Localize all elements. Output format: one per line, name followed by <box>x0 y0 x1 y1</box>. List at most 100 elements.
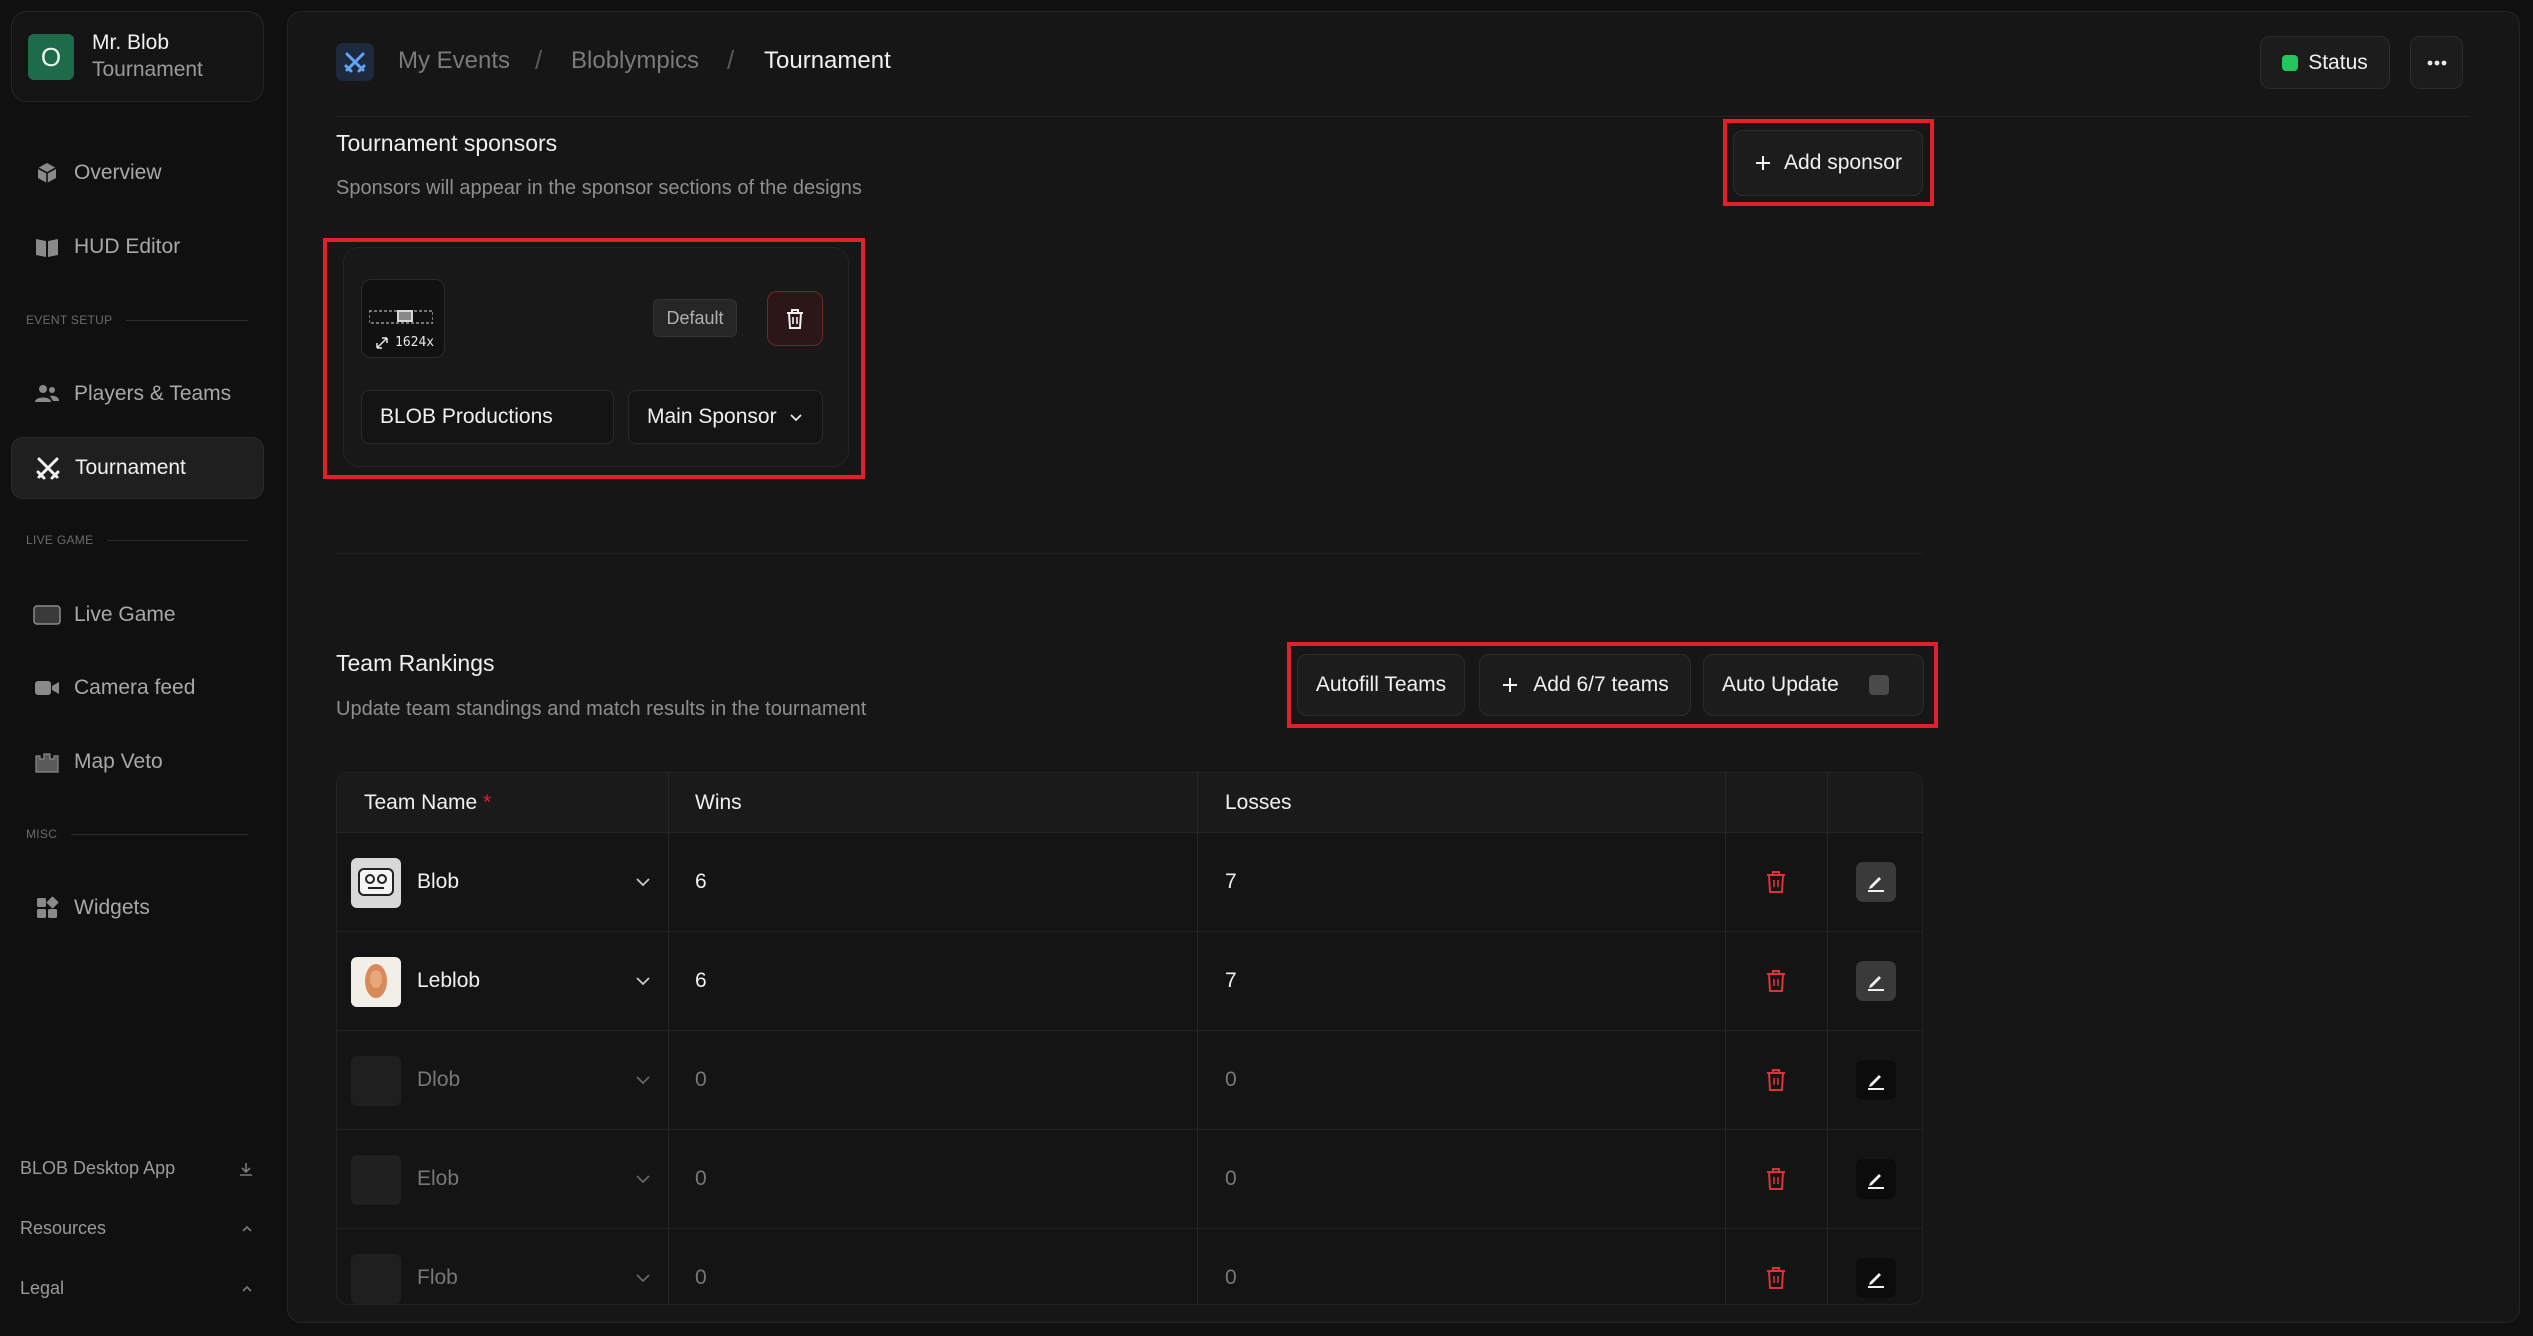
chevron-down-icon[interactable] <box>635 976 651 986</box>
auto-update-toggle[interactable]: Auto Update <box>1703 654 1924 716</box>
edit-row-button[interactable] <box>1856 1060 1896 1100</box>
divider <box>71 833 248 835</box>
sidebar-item-hud-editor[interactable]: HUD Editor <box>11 216 264 278</box>
section-label: MISC <box>26 827 58 841</box>
status-button[interactable]: Status <box>2260 36 2390 89</box>
section-live-game: LIVE GAME <box>26 533 248 547</box>
trash-icon <box>785 308 805 330</box>
edit-row-button[interactable] <box>1856 1258 1896 1298</box>
image-size-info: 1624x <box>375 335 434 350</box>
section-divider <box>336 553 1923 554</box>
section-misc: MISC <box>26 827 248 841</box>
team-logo-placeholder <box>351 1254 401 1304</box>
sponsors-title: Tournament sponsors <box>336 130 558 156</box>
autofill-teams-button[interactable]: Autofill Teams <box>1297 654 1465 716</box>
section-label: LIVE GAME <box>26 533 94 547</box>
plus-icon <box>1501 676 1519 694</box>
sponsor-logo-image <box>369 310 433 324</box>
delete-row-trash-icon[interactable] <box>1765 869 1787 895</box>
team-name: Elob <box>417 1167 460 1190</box>
chevron-down-icon[interactable] <box>635 877 651 887</box>
book-icon <box>33 235 61 259</box>
sidebar-item-camera-feed[interactable]: Camera feed <box>11 657 264 719</box>
breadcrumb-tournament: Tournament <box>764 47 891 74</box>
sidebar-item-players-teams[interactable]: Players & Teams <box>11 363 264 425</box>
add-teams-label: Add 6/7 teams <box>1533 673 1669 696</box>
add-sponsor-label: Add sponsor <box>1784 151 1902 174</box>
table-header <box>337 773 1922 833</box>
sidebar-item-widgets[interactable]: Widgets <box>11 877 264 939</box>
team-losses[interactable]: 7 <box>1225 969 1237 993</box>
divider <box>107 539 248 541</box>
delete-row-trash-icon[interactable] <box>1765 968 1787 994</box>
add-teams-button[interactable]: Add 6/7 teams <box>1479 654 1691 716</box>
cube-icon <box>33 161 61 185</box>
status-indicator-icon <box>2282 54 2299 71</box>
team-wins[interactable]: 6 <box>695 969 707 993</box>
more-options-button[interactable] <box>2410 36 2463 89</box>
add-sponsor-button[interactable]: Add sponsor <box>1733 130 1923 196</box>
delete-sponsor-button[interactable] <box>767 291 823 346</box>
sponsor-logo-upload[interactable]: 1624x <box>361 279 445 358</box>
sidebar-item-label: Widgets <box>74 896 150 919</box>
team-name: Dlob <box>417 1068 461 1091</box>
auto-update-label: Auto Update <box>1722 673 1839 696</box>
desktop-app-link[interactable]: BLOB Desktop App <box>20 1158 254 1179</box>
team-wins[interactable]: 6 <box>695 870 707 894</box>
breadcrumb-my-events[interactable]: My Events <box>398 47 510 75</box>
sidebar-item-label: Overview <box>74 161 162 184</box>
breadcrumb-bloblympics[interactable]: Bloblympics <box>571 47 699 75</box>
team-losses[interactable]: 0 <box>1225 1266 1237 1290</box>
sponsor-name-input[interactable]: BLOB Productions <box>361 390 614 444</box>
more-dots-icon <box>2427 60 2447 66</box>
team-losses[interactable]: 0 <box>1225 1167 1237 1191</box>
team-name: Flob <box>417 1266 458 1289</box>
monitor-icon <box>33 603 61 627</box>
chevron-down-icon[interactable] <box>635 1075 651 1085</box>
sidebar-item-overview[interactable]: Overview <box>11 142 264 204</box>
team-logo-placeholder <box>351 1056 401 1106</box>
header-divider <box>336 116 2468 117</box>
sponsor-type-select[interactable]: Main Sponsor <box>628 390 823 444</box>
column-wins: Wins <box>695 791 742 814</box>
divider <box>126 319 248 321</box>
team-losses[interactable]: 0 <box>1225 1068 1237 1092</box>
delete-row-trash-icon[interactable] <box>1765 1166 1787 1192</box>
breadcrumb-separator: / <box>727 45 735 75</box>
chevron-down-icon[interactable] <box>635 1273 651 1283</box>
chevron-down-icon[interactable] <box>635 1174 651 1184</box>
edit-row-button[interactable] <box>1856 862 1896 902</box>
edit-row-button[interactable] <box>1856 961 1896 1001</box>
resources-label: Resources <box>20 1218 107 1238</box>
column-team-label: Team Name <box>364 791 478 814</box>
team-wins[interactable]: 0 <box>695 1167 707 1191</box>
expand-icon <box>375 336 389 350</box>
image-size-text: 1624x <box>395 335 435 350</box>
team-losses[interactable]: 7 <box>1225 870 1237 894</box>
sidebar-item-live-game[interactable]: Live Game <box>11 584 264 646</box>
auto-update-checkbox[interactable] <box>1868 675 1889 695</box>
legal-label: Legal <box>20 1278 65 1298</box>
legal-toggle[interactable]: Legal <box>20 1278 254 1299</box>
delete-row-trash-icon[interactable] <box>1765 1067 1787 1093</box>
team-wins[interactable]: 0 <box>695 1068 707 1092</box>
edit-row-button[interactable] <box>1856 1159 1896 1199</box>
default-badge: Default <box>653 299 737 337</box>
video-camera-icon <box>33 678 61 698</box>
resources-toggle[interactable]: Resources <box>20 1218 254 1239</box>
delete-row-trash-icon[interactable] <box>1765 1265 1787 1291</box>
account-name: Mr. Blob <box>92 31 170 54</box>
table-row: Leblob 6 7 <box>337 933 1922 1031</box>
account-subtitle: Tournament <box>92 58 203 81</box>
pencil-icon <box>1866 1169 1886 1189</box>
table-row: Flob 0 0 <box>337 1230 1922 1304</box>
sidebar-item-map-veto[interactable]: Map Veto <box>11 731 264 793</box>
rankings-description: Update team standings and match results … <box>336 698 867 720</box>
column-losses: Losses <box>1225 791 1292 814</box>
rankings-table: Team Name * Wins Losses Blob 6 7 Leblob … <box>336 772 1923 1305</box>
account-switcher[interactable]: O Mr. Blob Tournament <box>11 11 264 102</box>
team-wins[interactable]: 0 <box>695 1266 707 1290</box>
sponsors-description: Sponsors will appear in the sponsor sect… <box>336 177 862 199</box>
sidebar-item-label: Tournament <box>75 456 186 479</box>
sidebar-item-tournament[interactable]: Tournament <box>11 437 264 499</box>
